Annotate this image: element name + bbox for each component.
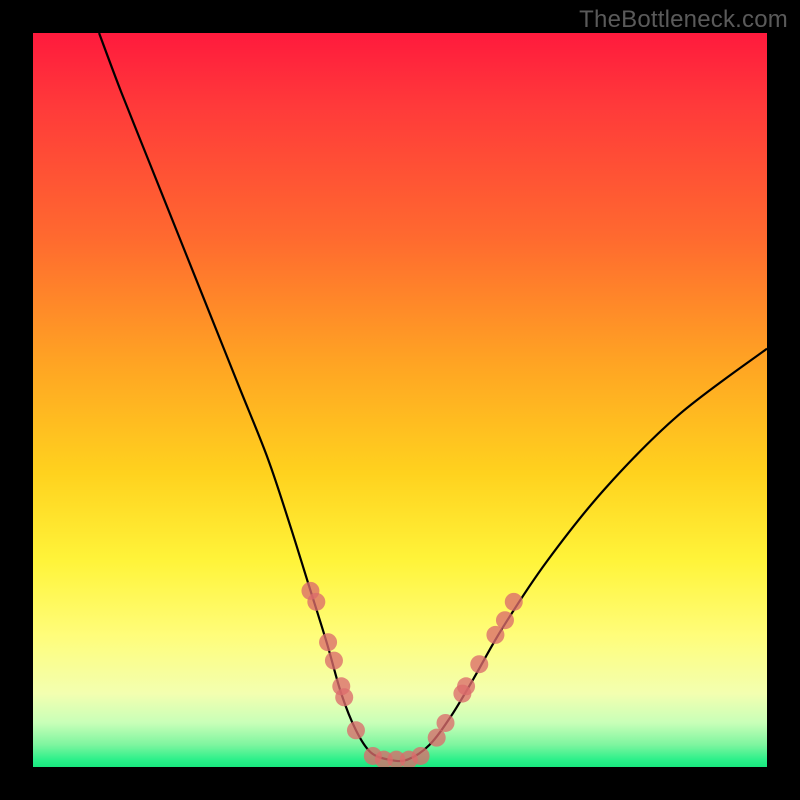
highlight-dot xyxy=(307,593,325,611)
chart-svg xyxy=(33,33,767,767)
plot-area xyxy=(33,33,767,767)
highlight-dot xyxy=(505,593,523,611)
watermark-text: TheBottleneck.com xyxy=(579,6,788,34)
bottleneck-curve xyxy=(99,33,767,761)
highlight-dot xyxy=(412,747,430,765)
highlight-dot xyxy=(457,677,475,695)
highlight-dot xyxy=(347,721,365,739)
highlight-dot xyxy=(470,655,488,673)
chart-frame: TheBottleneck.com xyxy=(0,0,800,800)
highlight-dot xyxy=(335,688,353,706)
highlight-dot xyxy=(496,611,514,629)
highlight-dot xyxy=(325,652,343,670)
highlight-dot xyxy=(437,714,455,732)
highlight-dot xyxy=(319,633,337,651)
